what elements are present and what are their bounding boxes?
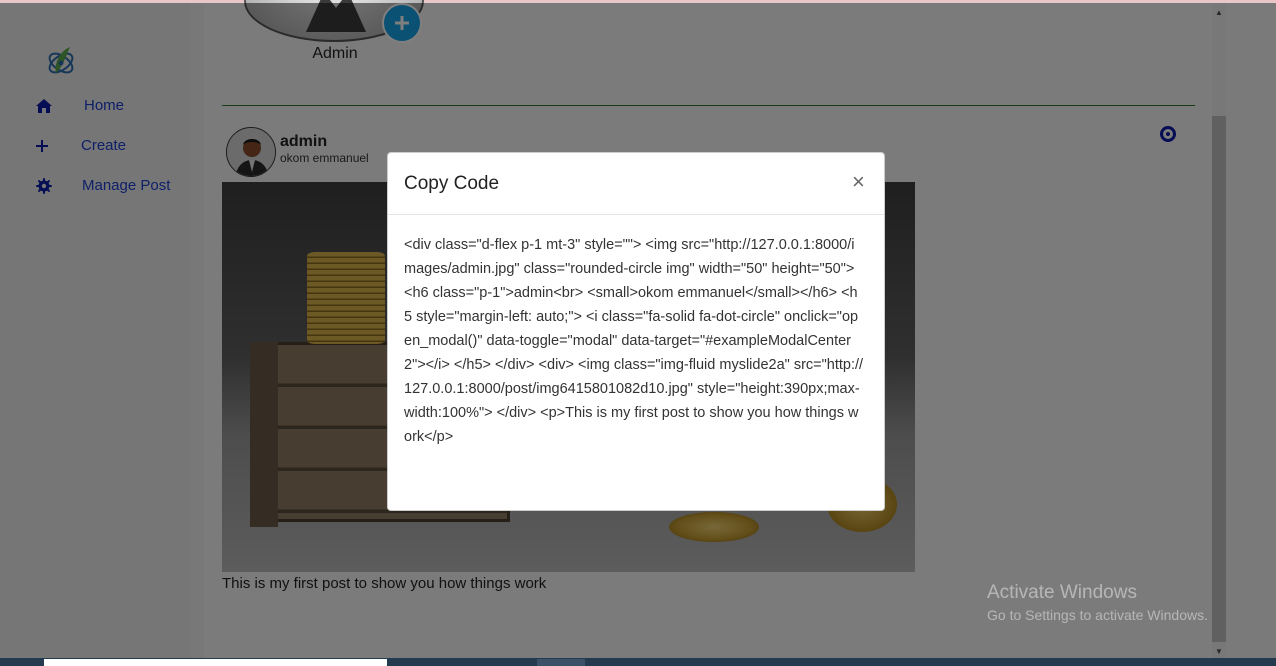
modal-title: Copy Code <box>404 173 500 194</box>
copy-code-modal: Copy Code × <div class="d-flex p-1 mt-3"… <box>387 152 885 511</box>
code-text[interactable]: <div class="d-flex p-1 mt-3" style=""> <… <box>404 233 864 449</box>
taskbar-item[interactable] <box>537 659 585 666</box>
watermark-subtitle: Go to Settings to activate Windows. <box>987 607 1208 623</box>
modal-header: Copy Code × <box>388 153 884 215</box>
activation-watermark: Activate Windows Go to Settings to activ… <box>987 582 1208 623</box>
taskbar-search-box[interactable] <box>44 659 387 666</box>
watermark-title: Activate Windows <box>987 582 1137 603</box>
close-icon[interactable]: × <box>852 171 865 193</box>
